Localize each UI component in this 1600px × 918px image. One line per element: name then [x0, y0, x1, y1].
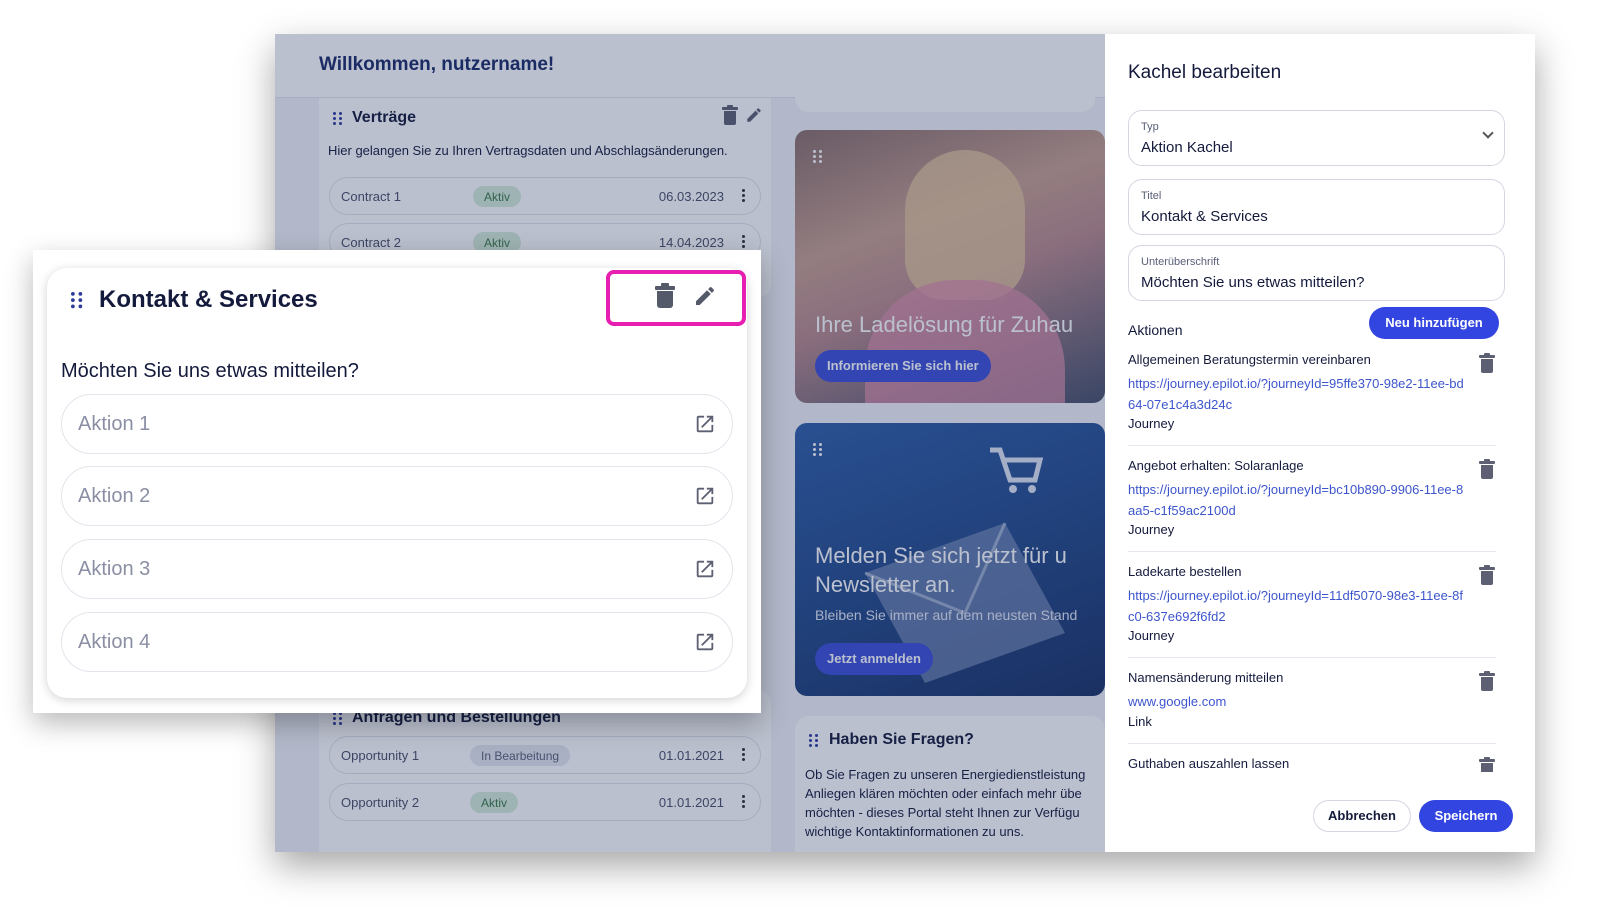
- action-name: Allgemeinen Beratungstermin vereinbaren: [1128, 352, 1371, 367]
- action-row[interactable]: Aktion 2: [61, 466, 733, 526]
- action-url[interactable]: www.google.com: [1128, 691, 1468, 712]
- action-item[interactable]: Guthaben auszahlen lassen: [1128, 756, 1496, 772]
- drawer-footer: Abbrechen Speichern: [1105, 786, 1535, 852]
- action-label: Aktion 4: [78, 631, 151, 653]
- action-url[interactable]: https://journey.epilot.io/?journeyId=95f…: [1128, 373, 1468, 415]
- action-label: Aktion 3: [78, 558, 151, 580]
- action-item[interactable]: Angebot erhalten: Solaranlage https://jo…: [1128, 458, 1496, 552]
- action-item[interactable]: Ladekarte bestellen https://journey.epil…: [1128, 564, 1496, 658]
- trash-icon[interactable]: [1479, 671, 1495, 691]
- tile-preview-card: Kontakt & Services Möchten Sie uns etwas…: [47, 268, 747, 698]
- action-row[interactable]: Aktion 1: [61, 394, 733, 454]
- action-type: Journey: [1128, 416, 1175, 431]
- trash-icon[interactable]: [1479, 459, 1495, 479]
- action-row[interactable]: Aktion 3: [61, 539, 733, 599]
- edit-tile-drawer: Kachel bearbeiten Typ Aktion Kachel Tite…: [1105, 34, 1535, 852]
- open-in-new-icon[interactable]: [694, 413, 716, 435]
- actions-list: Allgemeinen Beratungstermin vereinbaren …: [1105, 34, 1535, 772]
- open-in-new-icon[interactable]: [694, 631, 716, 653]
- open-in-new-icon[interactable]: [694, 558, 716, 580]
- action-url[interactable]: https://journey.epilot.io/?journeyId=11d…: [1128, 585, 1468, 627]
- tile-subtitle: Möchten Sie uns etwas mitteilen?: [61, 360, 359, 382]
- action-name: Namensänderung mitteilen: [1128, 670, 1284, 685]
- highlight-box: [606, 270, 746, 326]
- trash-icon[interactable]: [1479, 565, 1495, 585]
- open-in-new-icon[interactable]: [694, 485, 716, 507]
- drag-handle-icon[interactable]: [71, 292, 86, 315]
- action-label: Aktion 2: [78, 485, 151, 507]
- action-type: Journey: [1128, 628, 1175, 643]
- save-button[interactable]: Speichern: [1419, 800, 1513, 832]
- action-name: Guthaben auszahlen lassen: [1128, 756, 1290, 771]
- action-name: Ladekarte bestellen: [1128, 564, 1242, 579]
- action-item[interactable]: Namensänderung mitteilen www.google.com …: [1128, 670, 1496, 744]
- cancel-button[interactable]: Abbrechen: [1313, 800, 1411, 832]
- zoom-callout: Kontakt & Services Möchten Sie uns etwas…: [33, 250, 761, 713]
- action-url[interactable]: https://journey.epilot.io/?journeyId=bc1…: [1128, 479, 1468, 521]
- action-item[interactable]: Allgemeinen Beratungstermin vereinbaren …: [1128, 352, 1496, 446]
- action-type: Link: [1128, 714, 1152, 729]
- action-row[interactable]: Aktion 4: [61, 612, 733, 672]
- trash-icon[interactable]: [1479, 353, 1495, 373]
- tile-title: Kontakt & Services: [99, 286, 318, 313]
- action-label: Aktion 1: [78, 413, 151, 435]
- action-name: Angebot erhalten: Solaranlage: [1128, 458, 1304, 473]
- trash-icon[interactable]: [1479, 757, 1495, 772]
- action-type: Journey: [1128, 522, 1175, 537]
